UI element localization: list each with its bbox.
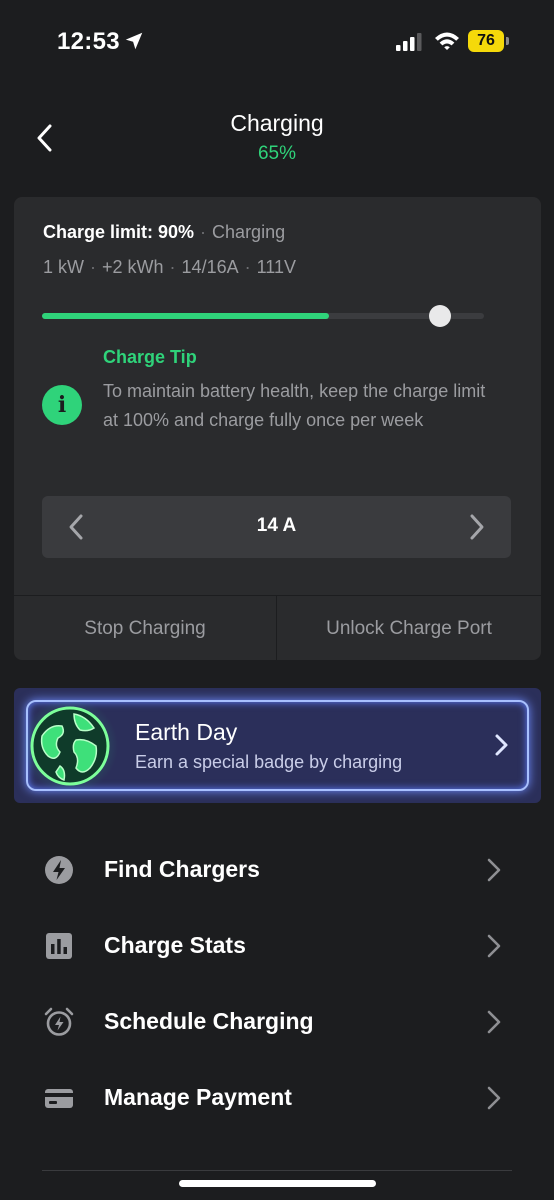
schedule-charging-item[interactable]: Schedule Charging	[0, 992, 554, 1052]
cellular-signal-icon	[396, 33, 422, 51]
battery-tip	[506, 37, 509, 45]
chevron-right-icon	[487, 934, 501, 958]
separator: ·	[244, 257, 251, 277]
voltage-stat: 111V	[256, 257, 296, 277]
charge-stats-item[interactable]: Charge Stats	[0, 916, 554, 976]
charge-percent: 65%	[257, 143, 297, 164]
charge-tip-text: To maintain battery health, keep the cha…	[103, 381, 486, 430]
menu-label: Find Chargers	[104, 856, 260, 882]
increase-amps-button[interactable]	[459, 510, 493, 544]
list-divider	[42, 1170, 512, 1171]
charge-stats: 1 kW · +2 kWh · 14/16A · 111V	[43, 257, 296, 278]
page-title: Charging	[230, 110, 324, 136]
charge-state: Charging	[212, 222, 286, 242]
find-chargers-item[interactable]: Find Chargers	[0, 840, 554, 900]
home-indicator[interactable]	[179, 1180, 376, 1187]
info-icon: i	[42, 385, 82, 425]
amp-stepper: 14 A	[42, 496, 511, 558]
bar-chart-icon	[46, 933, 72, 959]
battery-level: 76	[468, 30, 504, 52]
charging-screen: 12:53 76 Charging 65% Charge limit: 90% ·…	[0, 0, 554, 1200]
battery-icon: 76	[468, 30, 510, 52]
separator: ·	[169, 257, 176, 277]
credit-card-icon	[45, 1089, 73, 1108]
chevron-right-icon	[487, 858, 501, 882]
info-glyph: i	[57, 392, 67, 418]
charge-card: Charge limit: 90% · Charging 1 kW · +2 kWh · 1…	[14, 197, 541, 660]
lightning-icon	[45, 856, 73, 884]
separator: ·	[200, 222, 207, 242]
unlock-charge-port-button[interactable]: Unlock Charge Port	[277, 596, 541, 660]
charge-limit-slider[interactable]	[42, 305, 484, 327]
menu-label: Schedule Charging	[104, 1008, 314, 1034]
location-arrow-icon	[125, 32, 143, 50]
energy-stat: +2 kWh	[102, 257, 164, 277]
chevron-right-icon	[495, 734, 508, 756]
separator: ·	[90, 257, 97, 277]
promo-title: Earth Day	[135, 719, 238, 745]
status-time: 12:53	[57, 28, 120, 55]
charge-limit-handle[interactable]	[428, 305, 451, 327]
menu-label: Manage Payment	[104, 1084, 292, 1110]
current-stat: 14/16A	[181, 257, 239, 277]
chevron-right-icon	[487, 1086, 501, 1110]
manage-payment-item[interactable]: Manage Payment	[0, 1068, 554, 1128]
charge-summary: Charge limit: 90% · Charging	[43, 222, 285, 243]
charge-level-fill	[42, 313, 330, 319]
wifi-icon	[435, 32, 459, 50]
menu-label: Charge Stats	[104, 932, 246, 958]
globe-icon	[22, 698, 118, 794]
earth-day-banner[interactable]: Earth Day Earn a special badge by chargi…	[14, 688, 541, 803]
charge-limit-label: Charge limit: 90%	[43, 222, 195, 242]
power-stat: 1 kW	[43, 257, 85, 277]
promo-subtitle: Earn a special badge by charging	[135, 752, 403, 772]
charge-actions: Stop Charging Unlock Charge Port	[14, 595, 541, 660]
amp-value: 14 A	[256, 515, 297, 536]
charge-tip-title: Charge Tip	[103, 347, 197, 367]
stop-charging-button[interactable]: Stop Charging	[14, 596, 276, 660]
chevron-right-icon	[487, 1010, 501, 1034]
alarm-clock-icon	[44, 1007, 74, 1036]
status-bar: 12:53 76	[0, 0, 554, 84]
